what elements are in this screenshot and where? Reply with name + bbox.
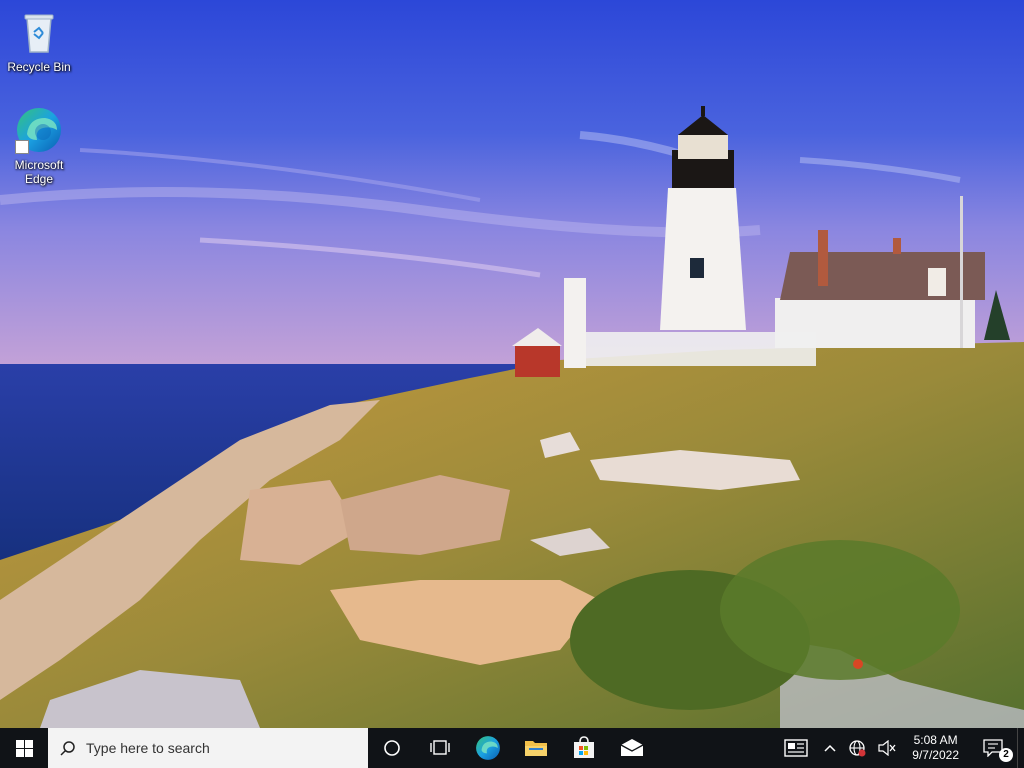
cortana-circle-icon xyxy=(384,740,400,756)
edge-icon xyxy=(476,736,500,760)
action-center-button[interactable]: 2 xyxy=(969,728,1017,768)
taskbar-file-explorer-button[interactable] xyxy=(512,728,560,768)
news-icon xyxy=(784,739,808,757)
taskbar-search-box[interactable]: Type here to search xyxy=(48,728,368,768)
news-and-interests-button[interactable] xyxy=(774,728,818,768)
chevron-up-icon xyxy=(824,744,836,752)
system-tray: 5:08 AM 9/7/2022 2 xyxy=(774,728,1024,768)
taskbar: Type here to search 5:08 AM 9/7/2022 2 xyxy=(0,728,1024,768)
cortana-button[interactable] xyxy=(368,728,416,768)
store-icon xyxy=(574,736,594,758)
desktop: Recycle Bin Microsoft Edge Type here to … xyxy=(0,0,1024,768)
notification-count-badge: 2 xyxy=(999,748,1013,762)
show-desktop-button[interactable] xyxy=(1017,728,1024,768)
microsoft-edge-label: Microsoft Edge xyxy=(14,158,64,186)
mail-icon xyxy=(620,739,644,756)
search-icon xyxy=(60,741,75,756)
volume-button[interactable] xyxy=(872,728,902,768)
desktop-wallpaper xyxy=(0,0,1024,728)
search-placeholder: Type here to search xyxy=(86,740,210,756)
start-button[interactable] xyxy=(0,728,48,768)
clock-date: 9/7/2022 xyxy=(912,748,959,762)
show-hidden-icons-button[interactable] xyxy=(818,728,842,768)
recycle-bin-shortcut[interactable]: Recycle Bin xyxy=(1,8,77,74)
task-view-icon xyxy=(430,740,450,755)
network-globe-icon xyxy=(849,740,866,757)
recycle-bin-label: Recycle Bin xyxy=(7,60,71,74)
microsoft-edge-shortcut[interactable]: Microsoft Edge xyxy=(1,106,77,186)
taskbar-store-button[interactable] xyxy=(560,728,608,768)
task-view-button[interactable] xyxy=(416,728,464,768)
taskbar-mail-button[interactable] xyxy=(608,728,656,768)
clock-button[interactable]: 5:08 AM 9/7/2022 xyxy=(902,728,969,768)
clock-time: 5:08 AM xyxy=(913,733,958,747)
taskbar-edge-button[interactable] xyxy=(464,728,512,768)
shortcut-arrow-icon xyxy=(15,140,29,154)
folder-icon xyxy=(525,741,547,756)
recycle-bin-icon xyxy=(24,14,54,53)
network-button[interactable] xyxy=(842,728,872,768)
windows-logo-icon xyxy=(15,739,33,757)
volume-muted-icon xyxy=(878,740,896,756)
